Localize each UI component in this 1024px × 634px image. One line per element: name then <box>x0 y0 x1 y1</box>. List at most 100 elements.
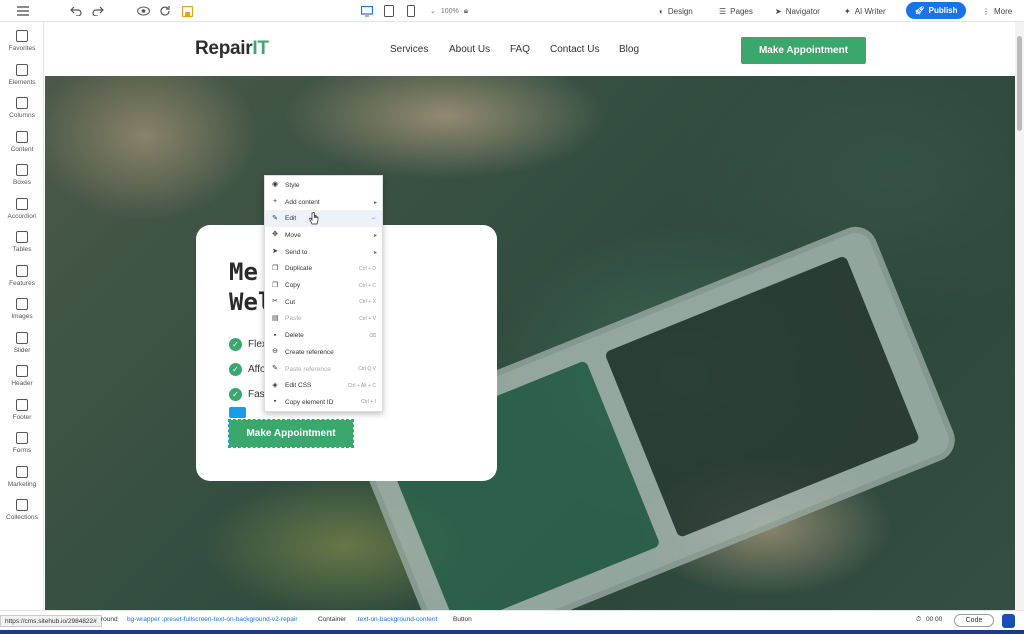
sidebar-item-marketing[interactable]: Marketing <box>0 465 44 498</box>
forms-icon <box>16 432 28 444</box>
header-appointment-button[interactable]: Make Appointment <box>741 37 866 64</box>
marketing-icon <box>16 465 28 478</box>
context-menu-label: Cut <box>285 298 296 306</box>
desktop-view-icon[interactable] <box>360 4 374 18</box>
breadcrumb-container-class[interactable]: .text-on-background-content <box>356 616 437 623</box>
navigator-button[interactable]: ➤ Navigator <box>775 4 820 18</box>
sidebar-item-content[interactable]: Content <box>0 130 44 163</box>
scrollbar-thumb[interactable] <box>1017 36 1022 131</box>
selection-handle-icon[interactable] <box>229 407 246 418</box>
nav-link-services[interactable]: Services <box>390 44 428 55</box>
sidebar-item-features[interactable]: Features <box>0 264 44 297</box>
context-menu-item-add-content[interactable]: + Add content ▸ <box>265 194 382 211</box>
shortcut-hint: ⌫ <box>368 332 376 339</box>
sidebar-item-label: Accordion <box>7 212 37 220</box>
footer-icon <box>16 398 28 411</box>
sidebar-item-label: Header <box>11 380 33 387</box>
copy-element-id-icon: ▪ <box>273 398 277 406</box>
canvas-scrollbar[interactable] <box>1015 22 1024 610</box>
edit-css-icon: ◈ <box>272 381 278 389</box>
sidebar-item-header[interactable]: Header <box>0 365 44 397</box>
sidebar-item-boxes[interactable]: Boxes <box>0 164 44 196</box>
paste-reference-icon: ✎ <box>272 365 278 373</box>
pages-button[interactable]: ☰ Pages <box>719 4 753 18</box>
submenu-arrow-icon: ▸ <box>373 249 377 256</box>
navigator-icon: ➤ <box>775 6 782 16</box>
zoom-control[interactable]: ⌄ 100% 🔒︎ <box>430 4 468 18</box>
pages-icon: ☰ <box>719 6 727 16</box>
nav-link-blog[interactable]: Blog <box>619 44 639 55</box>
publish-button[interactable]: 🚀︎ Publish <box>906 2 966 19</box>
context-menu-item-copy-element-id[interactable]: ▪ Copy element ID Ctrl + I <box>265 394 382 411</box>
sidebar-item-tables[interactable]: Tables <box>0 231 44 263</box>
sidebar-item-favorites[interactable]: Favorites <box>0 30 44 62</box>
more-button[interactable]: ⋮ More <box>982 4 1012 18</box>
nav-link-contact[interactable]: Contact Us <box>550 44 599 55</box>
box-icon <box>16 164 28 176</box>
page-canvas: RepairIT Services About Us FAQ Contact U… <box>45 22 1015 610</box>
context-menu-item-style[interactable]: ◉ Style <box>265 177 382 194</box>
check-circle-icon: ✓ <box>229 387 242 401</box>
site-logo[interactable]: RepairIT <box>195 38 269 60</box>
context-menu-item-copy[interactable]: ❐ Copy Ctrl + C <box>265 277 382 294</box>
shortcut-hint: ↵ <box>371 215 376 222</box>
sidebar-item-elements[interactable]: Elements <box>0 63 44 96</box>
sidebar-item-collections[interactable]: Collections <box>0 499 44 531</box>
context-menu-label: Copy <box>285 282 301 290</box>
lock-icon[interactable]: 🔒︎ <box>464 6 468 16</box>
context-menu-item-send-to[interactable]: ➤ Send to ▸ <box>265 244 382 261</box>
context-menu-item-edit[interactable]: ✎ Edit ↵ <box>265 210 382 228</box>
mobile-view-icon[interactable] <box>404 4 418 18</box>
sidebar-item-images[interactable]: Images <box>0 298 44 330</box>
sidebar-item-accordion[interactable]: Accordion <box>0 197 44 230</box>
more-dots-icon: ⋮ <box>982 6 990 16</box>
collections-icon <box>16 499 28 511</box>
shortcut-hint: Ctrl + X <box>359 299 376 306</box>
context-menu-label: Add content <box>285 198 320 206</box>
context-menu-item-move[interactable]: ✥ Move ▸ <box>265 227 382 244</box>
code-button[interactable]: Code <box>954 614 994 627</box>
slider-icon <box>16 331 28 344</box>
undo-icon[interactable] <box>69 4 83 18</box>
submenu-arrow-icon: ▸ <box>373 199 377 206</box>
breadcrumb-item[interactable]: round <box>101 616 118 623</box>
document-icon <box>16 130 28 143</box>
design-button[interactable]: ◐ Design <box>659 4 693 18</box>
header-icon <box>16 365 28 377</box>
feature-item: ✓ Fas <box>229 386 265 402</box>
sidebar-item-label: Content <box>10 145 34 153</box>
cube-icon <box>16 63 28 76</box>
sidebar-item-forms[interactable]: Forms <box>0 432 44 464</box>
context-menu-item-create-reference[interactable]: ⊖ Create reference <box>265 344 382 361</box>
context-menu-item-duplicate[interactable]: ❐ Duplicate Ctrl + D <box>265 261 382 278</box>
shield-icon[interactable] <box>1002 614 1015 628</box>
nav-link-about[interactable]: About Us <box>449 44 490 55</box>
sidebar-item-footer[interactable]: Footer <box>0 398 44 431</box>
sidebar-item-label: Marketing <box>7 480 37 488</box>
sidebar-item-label: Images <box>11 313 33 320</box>
accordion-icon <box>16 197 28 210</box>
context-menu-item-cut[interactable]: ✂ Cut Ctrl + X <box>265 294 382 311</box>
hero-background[interactable]: Mee Wel ✓ Flex ✓ Affo ✓ Fas Make Appoint… <box>45 76 1015 610</box>
rocket-icon: 🚀︎ <box>914 6 925 15</box>
tablet-view-icon[interactable] <box>382 4 396 18</box>
refresh-icon[interactable] <box>158 4 172 18</box>
palette-icon: ◐ <box>659 6 664 16</box>
sidebar-item-slider[interactable]: Slider <box>0 331 44 364</box>
ai-writer-button[interactable]: ✦ AI Writer <box>844 4 886 18</box>
breadcrumb-item[interactable]: bg-wrapper .preset-fullscreen-text-on-ba… <box>127 616 298 623</box>
sidebar-item-columns[interactable]: Columns <box>0 97 44 129</box>
context-menu-item-edit-css[interactable]: ◈ Edit CSS Ctrl + Alt + C <box>265 377 382 394</box>
status-url: https://cms.sitehub.io/2984822# <box>0 615 102 627</box>
menu-icon[interactable] <box>16 4 30 18</box>
save-icon[interactable] <box>180 4 194 18</box>
context-menu-item-delete[interactable]: ▪ Delete ⌫ <box>265 327 382 344</box>
breadcrumb-container[interactable]: Container <box>318 616 346 623</box>
nav-link-faq[interactable]: FAQ <box>510 44 530 55</box>
delete-icon: ▪ <box>273 331 277 339</box>
preview-eye-icon[interactable] <box>136 4 150 18</box>
context-menu-label: Send to <box>285 248 308 256</box>
breadcrumb-button[interactable]: Button <box>453 616 472 623</box>
redo-icon[interactable] <box>91 4 105 18</box>
context-menu-label: Copy element ID <box>285 398 334 406</box>
